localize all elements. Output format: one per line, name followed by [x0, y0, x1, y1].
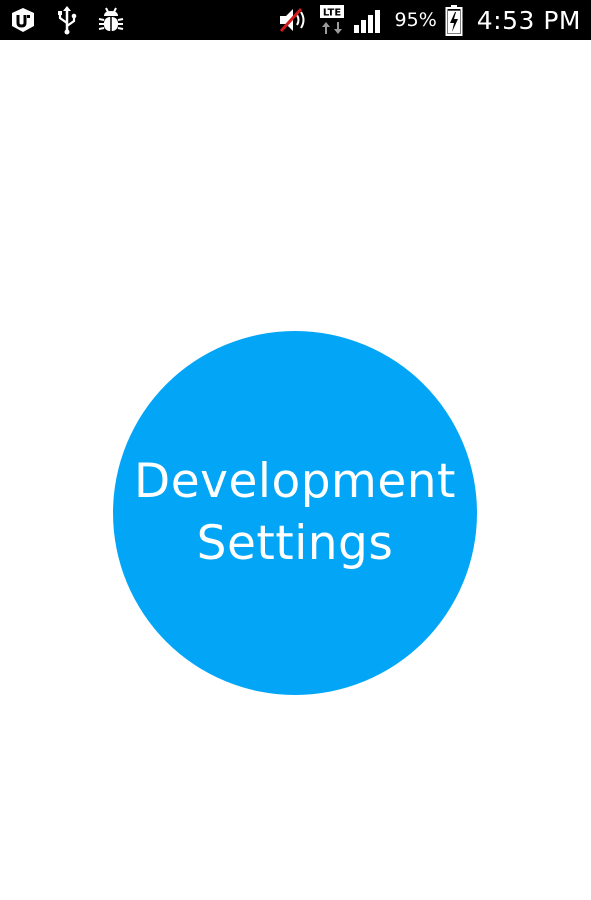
debug-bug-icon — [96, 5, 126, 35]
development-settings-button[interactable]: Development Settings — [113, 331, 477, 695]
usb-icon — [56, 5, 78, 35]
button-label-line2: Settings — [196, 516, 394, 571]
button-label-line1: Development — [134, 454, 456, 509]
status-bar: LTE 95% 4:53 PM — [0, 0, 591, 40]
lte-data-icon: LTE — [319, 4, 345, 36]
carrier-app-icon — [8, 6, 38, 34]
lte-label: LTE — [322, 8, 341, 19]
battery-charging-icon — [445, 4, 463, 36]
signal-strength-icon — [353, 5, 385, 35]
battery-percent: 95% — [394, 9, 437, 31]
status-left-icons — [8, 5, 126, 35]
main-content: Development Settings — [0, 40, 591, 900]
status-right-icons: LTE 95% 4:53 PM — [277, 4, 581, 36]
status-clock: 4:53 PM — [476, 5, 581, 35]
volume-muted-icon — [277, 5, 311, 35]
